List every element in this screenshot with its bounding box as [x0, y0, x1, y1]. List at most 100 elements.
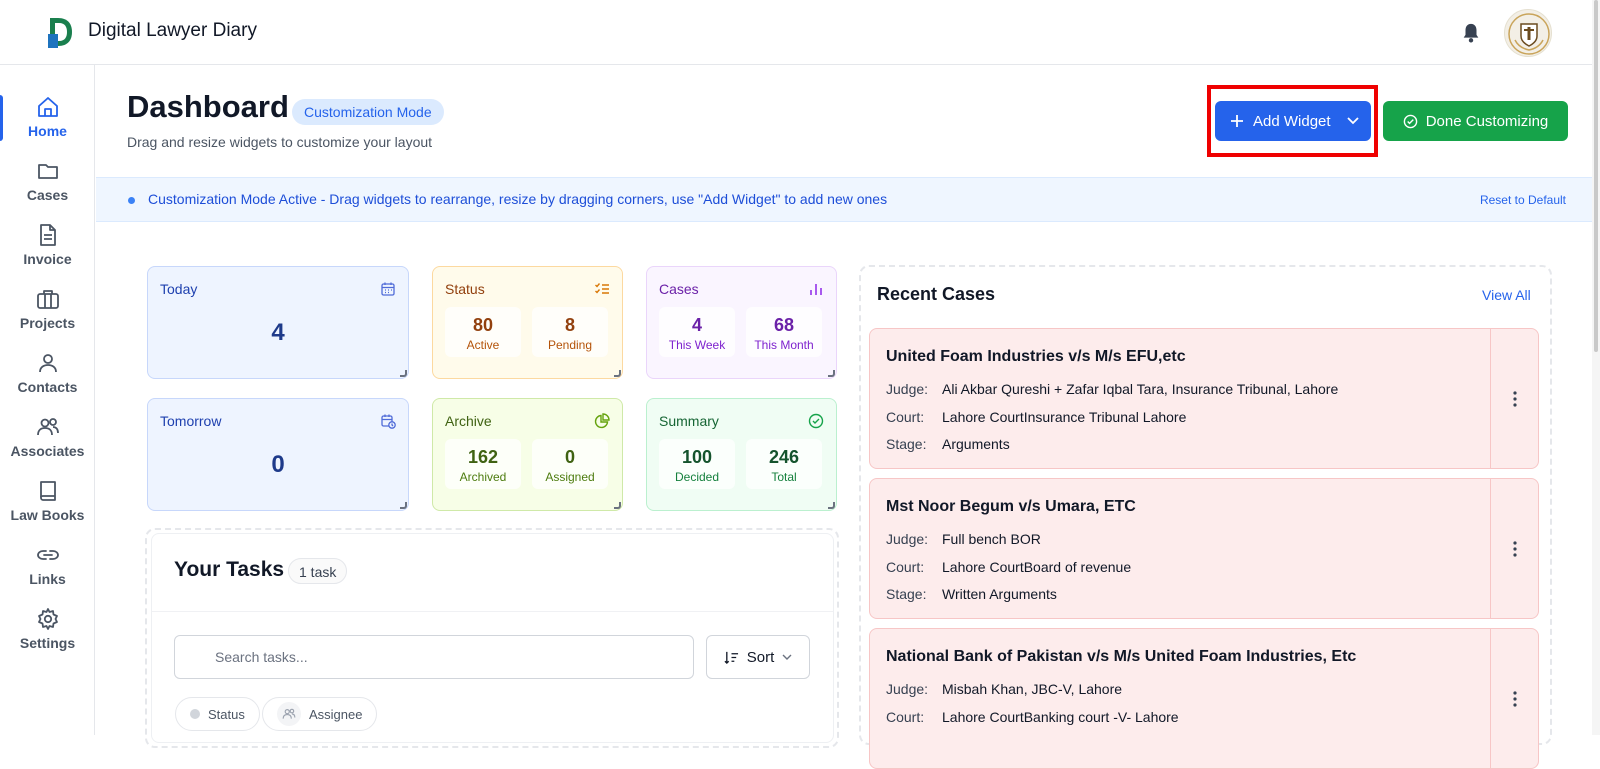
cases-month-cell: 68 This Month — [746, 307, 822, 357]
check-circle-icon — [808, 413, 824, 429]
assignee-filter-label: Assignee — [309, 706, 363, 722]
status-pending-cell: 8 Pending — [532, 307, 608, 357]
sidebar-item-contacts[interactable]: Contacts — [0, 351, 95, 411]
task-search-input[interactable] — [174, 635, 694, 679]
sort-button[interactable]: Sort — [706, 635, 810, 679]
sidebar-item-label: Cases — [26, 187, 69, 203]
status-dot-icon — [190, 709, 200, 719]
resize-handle[interactable] — [400, 502, 407, 509]
sidebar-item-home[interactable]: Home — [0, 95, 95, 155]
case-stage-row: Stage: Written Arguments — [886, 586, 1057, 602]
case-card[interactable]: United Foam Industries v/s M/s EFU,etc J… — [869, 328, 1539, 469]
customization-mode-badge: Customization Mode — [292, 99, 444, 125]
total-count: 246 — [768, 447, 800, 467]
sidebar-item-associates[interactable]: Associates — [0, 415, 95, 475]
widget-title: Tomorrow — [160, 413, 222, 429]
sort-icon — [724, 651, 738, 664]
assigned-count: 0 — [564, 447, 575, 467]
home-icon — [37, 97, 58, 117]
case-card[interactable]: National Bank of Pakistan v/s M/s United… — [869, 628, 1539, 769]
widget-title: Today — [160, 281, 198, 297]
top-bar: Digital Lawyer Diary — [0, 0, 1600, 65]
done-customizing-button[interactable]: Done Customizing — [1383, 101, 1568, 141]
status-widget[interactable]: Status 80 Active 8 Pending — [432, 266, 623, 379]
checklist-icon — [595, 283, 609, 294]
sidebar-item-projects[interactable]: Projects — [0, 287, 95, 347]
widget-title: Summary — [659, 413, 719, 429]
status-filter-label: Status — [208, 706, 245, 722]
reset-to-default-link[interactable]: Reset to Default — [1480, 193, 1566, 207]
archived-label: Archived — [459, 470, 507, 484]
status-active-cell: 80 Active — [445, 307, 521, 357]
users-icon — [277, 702, 301, 726]
tomorrow-widget[interactable]: Tomorrow 0 — [147, 398, 409, 511]
done-customizing-label: Done Customizing — [1425, 112, 1549, 130]
view-all-link[interactable]: View All — [1482, 287, 1531, 303]
resize-handle[interactable] — [400, 370, 407, 377]
case-judge-row: Judge: Full bench BOR — [886, 531, 1041, 547]
case-card[interactable]: Mst Noor Begum v/s Umara, ETC Judge: Full… — [869, 478, 1539, 619]
judge-label: Judge: — [886, 681, 929, 697]
archive-widget[interactable]: Archive 162 Archived 0 Assigned — [432, 398, 623, 511]
sidebar-item-label: Associates — [10, 443, 85, 459]
stage-label: Stage: — [886, 586, 927, 602]
judge-value: Full bench BOR — [942, 531, 1041, 547]
resize-handle[interactable] — [828, 370, 835, 377]
sidebar-item-invoice[interactable]: Invoice — [0, 223, 95, 283]
user-icon — [38, 354, 57, 373]
user-avatar[interactable] — [1504, 9, 1552, 57]
calendar-icon — [381, 282, 395, 296]
sidebar-item-cases[interactable]: Cases — [0, 159, 95, 219]
sidebar-item-label: Projects — [19, 315, 76, 331]
sort-label: Sort — [746, 648, 775, 666]
case-stage-row: Stage: Arguments — [886, 436, 1010, 452]
sidebar-item-law-books[interactable]: Law Books — [0, 479, 95, 539]
court-value: Lahore CourtInsurance Tribunal Lahore — [942, 409, 1187, 425]
app-title: Digital Lawyer Diary — [88, 20, 257, 41]
banner-text: Customization Mode Active - Drag widgets… — [148, 191, 888, 207]
add-widget-label: Add Widget — [1253, 112, 1331, 130]
case-title: National Bank of Pakistan v/s M/s United… — [886, 648, 1357, 665]
today-widget[interactable]: Today 4 — [147, 266, 409, 379]
app-logo-icon[interactable] — [46, 14, 74, 50]
assignee-filter-chip[interactable]: Assignee — [262, 697, 378, 731]
sidebar-item-label: Contacts — [17, 379, 78, 395]
resize-handle[interactable] — [614, 502, 621, 509]
decided-label: Decided — [674, 470, 720, 484]
chevron-down-icon — [782, 654, 792, 660]
court-label: Court: — [886, 709, 925, 725]
archived-count: 162 — [467, 447, 499, 467]
book-icon — [39, 481, 56, 501]
law-firm-crest-icon — [1508, 13, 1550, 55]
judge-value: Ali Akbar Qureshi + Zafar Iqbal Tara, In… — [942, 381, 1339, 397]
more-vertical-icon[interactable] — [1508, 539, 1522, 559]
more-vertical-icon[interactable] — [1508, 689, 1522, 709]
pie-chart-icon — [594, 413, 610, 429]
recent-cases-title: Recent Cases — [877, 284, 996, 304]
more-vertical-icon[interactable] — [1508, 389, 1522, 409]
gear-icon — [37, 608, 58, 630]
status-filter-chip[interactable]: Status — [175, 697, 260, 731]
assigned-label: Assigned — [545, 470, 595, 484]
sidebar-item-label: Settings — [19, 635, 76, 651]
sidebar-item-settings[interactable]: Settings — [0, 607, 95, 667]
divider — [152, 611, 833, 612]
widget-title: Status — [445, 281, 485, 297]
notification-bell-icon[interactable] — [1460, 21, 1482, 45]
cases-widget[interactable]: Cases 4 This Week 68 This Month — [646, 266, 837, 379]
resize-handle[interactable] — [828, 502, 835, 509]
resize-handle[interactable] — [614, 370, 621, 377]
divider — [1490, 629, 1491, 768]
pending-count: 8 — [564, 315, 575, 335]
scrollbar-thumb[interactable] — [1594, 0, 1598, 352]
court-value: Lahore CourtBoard of revenue — [942, 559, 1132, 575]
sidebar-item-links[interactable]: Links — [0, 543, 95, 603]
pending-label: Pending — [547, 338, 593, 352]
archive-archived-cell: 162 Archived — [445, 439, 521, 489]
summary-widget[interactable]: Summary 100 Decided 246 Total — [646, 398, 837, 511]
case-title: United Foam Industries v/s M/s EFU,etc — [886, 348, 1186, 365]
sidebar: Home Cases Invoice Projects Contacts Ass… — [0, 65, 95, 735]
judge-label: Judge: — [886, 381, 929, 397]
widget-title: Archive — [445, 413, 492, 429]
add-widget-button[interactable]: Add Widget — [1215, 101, 1371, 141]
